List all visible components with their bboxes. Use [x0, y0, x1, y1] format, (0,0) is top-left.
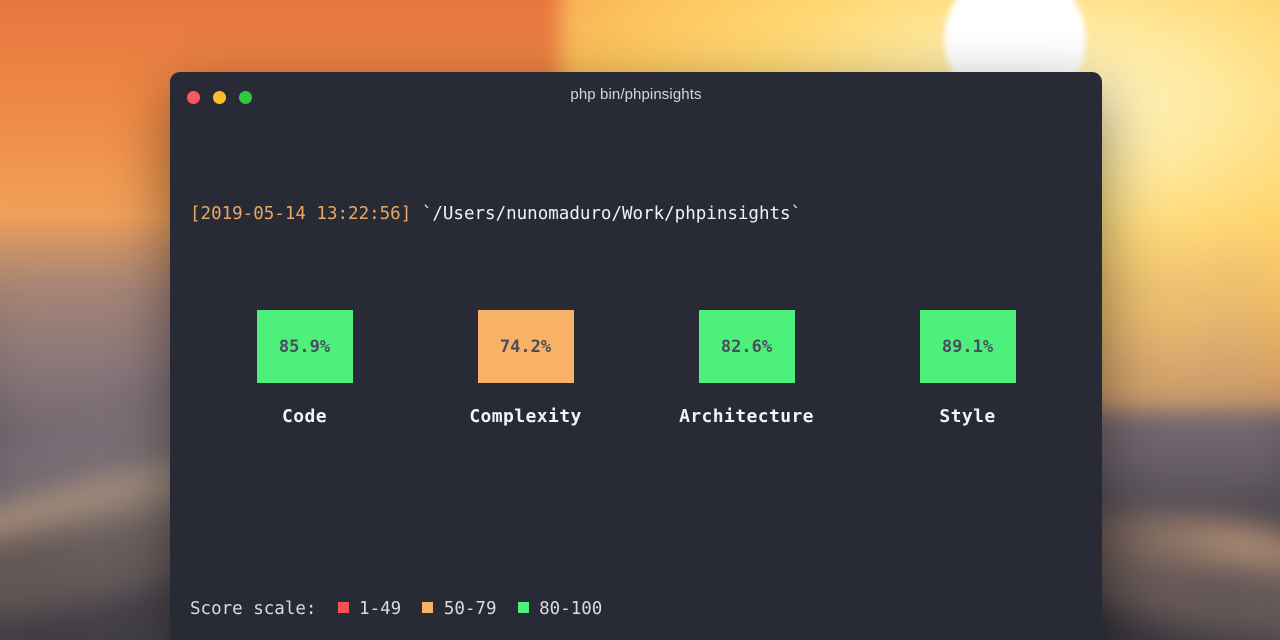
spacer: [497, 599, 518, 619]
run-timestamp: [2019-05-14 13:22:56]: [190, 204, 411, 224]
score-scale-item: 1-49: [316, 599, 401, 619]
score-scale-legend: Score scale: 1-49 50-79 80-100: [190, 597, 1082, 621]
spacer-line: [190, 501, 1082, 525]
score-box: 89.1%: [920, 310, 1016, 383]
score-scale-range: 50-79: [433, 599, 496, 619]
spacer: [411, 204, 422, 224]
score-column: 82.6% Architecture: [636, 310, 857, 429]
project-path: `/Users/nunomaduro/Work/phpinsights`: [422, 204, 801, 224]
score-label: Architecture: [679, 405, 814, 429]
score-scale-items: 1-49 50-79 80-100: [316, 599, 602, 619]
score-box: 82.6%: [699, 310, 795, 383]
score-summary: 85.9% Code 74.2% Complexity 82.6% Architectur…: [190, 310, 1082, 429]
score-label: Complexity: [469, 405, 581, 429]
score-column: 74.2% Complexity: [415, 310, 636, 429]
terminal-output[interactable]: [2019-05-14 13:22:56] `/Users/nunomaduro…: [170, 122, 1102, 640]
score-label: Code: [282, 405, 327, 429]
terminal-titlebar[interactable]: php bin/phpinsights: [170, 72, 1102, 122]
window-title: php bin/phpinsights: [170, 86, 1102, 103]
screen: php bin/phpinsights [2019-05-14 13:22:56…: [0, 0, 1280, 640]
prompt-header-line: [2019-05-14 13:22:56] `/Users/nunomaduro…: [190, 202, 1082, 226]
score-scale-swatch-icon: [422, 602, 433, 613]
score-box: 74.2%: [478, 310, 574, 383]
spacer: [316, 599, 337, 619]
score-scale-range: 80-100: [529, 599, 603, 619]
score-column: 89.1% Style: [857, 310, 1078, 429]
score-scale-item: 80-100: [497, 599, 603, 619]
score-scale-swatch-icon: [518, 602, 529, 613]
score-scale-swatch-icon: [338, 602, 349, 613]
score-scale-range: 1-49: [349, 599, 402, 619]
score-scale-item: 50-79: [401, 599, 496, 619]
score-scale-label: Score scale:: [190, 599, 316, 619]
score-column: 85.9% Code: [194, 310, 415, 429]
spacer: [401, 599, 422, 619]
terminal-window[interactable]: php bin/phpinsights [2019-05-14 13:22:56…: [170, 72, 1102, 640]
score-label: Style: [939, 405, 995, 429]
score-box: 85.9%: [257, 310, 353, 383]
